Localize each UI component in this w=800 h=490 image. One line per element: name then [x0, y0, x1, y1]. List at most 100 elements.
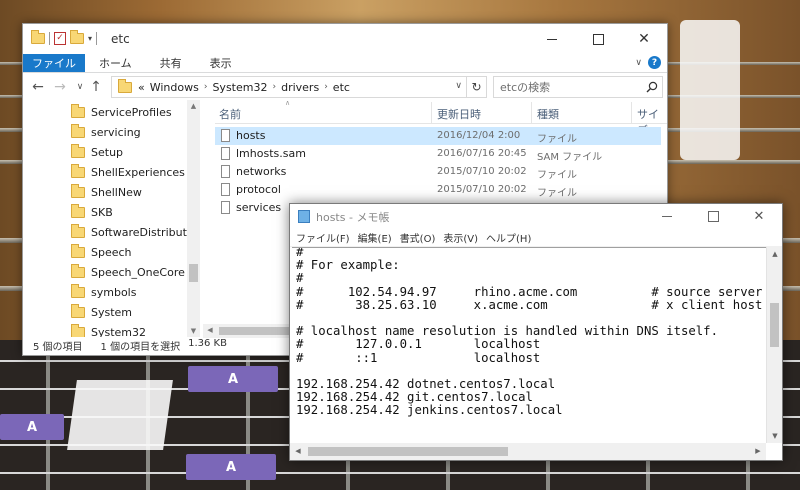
breadcrumb-etc[interactable]: etc [333, 81, 350, 94]
sidebar-item-label: SKB [91, 205, 113, 219]
maximize-button[interactable] [690, 204, 736, 228]
refresh-button[interactable]: ↻ [467, 76, 487, 98]
sidebar-item[interactable]: ShellNew [71, 182, 142, 202]
sidebar-item[interactable]: symbols [71, 282, 136, 302]
notepad-text-area[interactable]: # # For example: # # 102.54.94.97 rhino.… [292, 247, 768, 443]
new-folder-icon[interactable] [70, 30, 84, 44]
breadcrumb-drivers[interactable]: drivers [281, 81, 319, 94]
tab-home[interactable]: ホーム [85, 54, 146, 72]
column-header-date[interactable]: 更新日時 [437, 106, 481, 122]
folder-icon [71, 223, 85, 238]
menu-help[interactable]: ヘルプ(H) [482, 228, 535, 246]
breadcrumb-windows[interactable]: Windows [150, 81, 199, 94]
expand-ribbon-icon[interactable]: ∨ [635, 58, 642, 68]
scroll-left-icon[interactable]: ◀ [290, 447, 306, 455]
sidebar-item[interactable]: ShellExperiences [71, 162, 185, 182]
navigation-pane: ServiceProfiles servicing Setup ShellExp… [23, 100, 199, 337]
sidebar-item-label: servicing [91, 125, 141, 139]
file-list-header: ∧ 名前 更新日時 種類 サイズ [215, 99, 667, 137]
file-icon [221, 129, 230, 142]
folder-icon [71, 303, 85, 318]
notepad-vertical-scrollbar[interactable]: ▲ ▼ [766, 247, 782, 443]
sidebar-item-label: Setup [91, 145, 124, 159]
file-name: hosts [236, 129, 266, 142]
tab-share[interactable]: 共有 [146, 54, 196, 72]
notepad-window: hosts - メモ帳 ✕ ファイル(F) 編集(E) 書式(O) 表示(V) … [289, 203, 783, 461]
file-icon [221, 201, 230, 214]
file-type: ファイル [537, 170, 577, 181]
sidebar-item[interactable]: SoftwareDistribution [71, 222, 199, 242]
menu-view[interactable]: 表示(V) [439, 228, 482, 246]
sidebar-item[interactable]: SKB [71, 202, 113, 222]
minimize-button[interactable] [529, 24, 575, 54]
sidebar-item-label: ShellExperiences [91, 165, 185, 179]
scroll-down-icon[interactable]: ▼ [187, 327, 200, 335]
scroll-right-icon[interactable]: ▶ [750, 447, 766, 455]
breadcrumb-overflow[interactable]: « [138, 81, 145, 94]
sidebar-item[interactable]: Setup [71, 142, 123, 162]
close-button[interactable]: ✕ [736, 204, 782, 228]
file-row[interactable]: networks 2015/07/10 20:02 ファイル [215, 163, 661, 181]
file-row[interactable]: lmhosts.sam 2016/07/16 20:45 SAM ファイル [215, 145, 661, 163]
menu-edit[interactable]: 編集(E) [354, 228, 396, 246]
scroll-up-icon[interactable]: ▲ [767, 250, 783, 258]
file-name: lmhosts.sam [236, 147, 306, 160]
tab-view[interactable]: 表示 [196, 54, 246, 72]
column-header-type[interactable]: 種類 [537, 106, 559, 122]
scroll-left-icon[interactable]: ◀ [203, 326, 217, 334]
tab-file[interactable]: ファイル [23, 54, 85, 72]
sidebar-item[interactable]: System [71, 302, 132, 322]
sidebar-item[interactable]: Speech_OneCore [71, 262, 185, 282]
navigation-pane-scrollbar[interactable]: ▲ ▼ [187, 100, 200, 337]
scrollbar-thumb[interactable] [189, 264, 198, 282]
breadcrumb-system32[interactable]: System32 [212, 81, 267, 94]
file-name: services [236, 201, 282, 214]
file-row[interactable]: protocol 2015/07/10 20:02 ファイル [215, 181, 661, 199]
explorer-title-bar[interactable]: ✓ ▾ etc ✕ [23, 24, 667, 54]
file-icon [221, 147, 230, 160]
scroll-down-icon[interactable]: ▼ [767, 432, 783, 440]
back-arrow-icon[interactable]: ← [29, 78, 47, 96]
sidebar-item-label: Speech [91, 245, 132, 259]
chevron-right-icon[interactable]: › [324, 82, 328, 92]
folder-icon [71, 183, 85, 198]
menu-file[interactable]: ファイル(F) [292, 228, 354, 246]
chevron-right-icon[interactable]: › [272, 82, 276, 92]
search-icon[interactable] [646, 81, 658, 93]
notepad-title-bar[interactable]: hosts - メモ帳 ✕ [290, 204, 782, 228]
scroll-up-icon[interactable]: ▲ [187, 102, 200, 110]
search-input[interactable] [500, 80, 640, 94]
column-header-name[interactable]: 名前 [219, 106, 241, 122]
maximize-button[interactable] [575, 24, 621, 54]
up-arrow-icon[interactable]: ↑ [87, 78, 105, 96]
file-icon [221, 165, 230, 178]
folder-icon [71, 283, 85, 298]
notepad-horizontal-scrollbar[interactable]: ◀ ▶ [290, 443, 766, 460]
folder-icon [71, 203, 85, 218]
notepad-title: hosts - メモ帳 [316, 211, 390, 224]
customize-toolbar-icon[interactable]: ▾ [88, 34, 92, 43]
sidebar-item[interactable]: servicing [71, 122, 141, 142]
sidebar-item[interactable]: ServiceProfiles [71, 102, 172, 122]
status-size: 1.36 KB [188, 337, 227, 349]
ribbon-tabs: ファイル ホーム 共有 表示 [23, 54, 667, 73]
minimize-button[interactable] [644, 204, 690, 228]
fret-marker: A [0, 414, 64, 440]
scrollbar-thumb[interactable] [308, 447, 508, 456]
file-row[interactable]: hosts 2016/12/04 2:00 ファイル [215, 127, 661, 145]
properties-icon[interactable]: ✓ [54, 32, 66, 45]
chevron-down-icon[interactable]: ∨ [455, 81, 462, 91]
sort-indicator-icon: ∧ [285, 99, 291, 107]
folder-icon [71, 243, 85, 258]
forward-arrow-icon[interactable]: → [51, 78, 69, 96]
menu-format[interactable]: 書式(O) [396, 228, 440, 246]
address-bar[interactable]: « Windows › System32 › drivers › etc ∨ [111, 76, 467, 98]
chevron-right-icon[interactable]: › [204, 82, 208, 92]
sidebar-item[interactable]: Speech [71, 242, 132, 262]
folder-icon [71, 123, 85, 138]
file-date: 2015/07/10 20:02 [437, 166, 527, 177]
help-icon[interactable]: ? [648, 56, 661, 69]
file-name: networks [236, 165, 287, 178]
close-button[interactable]: ✕ [621, 24, 667, 54]
scrollbar-thumb[interactable] [770, 303, 779, 347]
